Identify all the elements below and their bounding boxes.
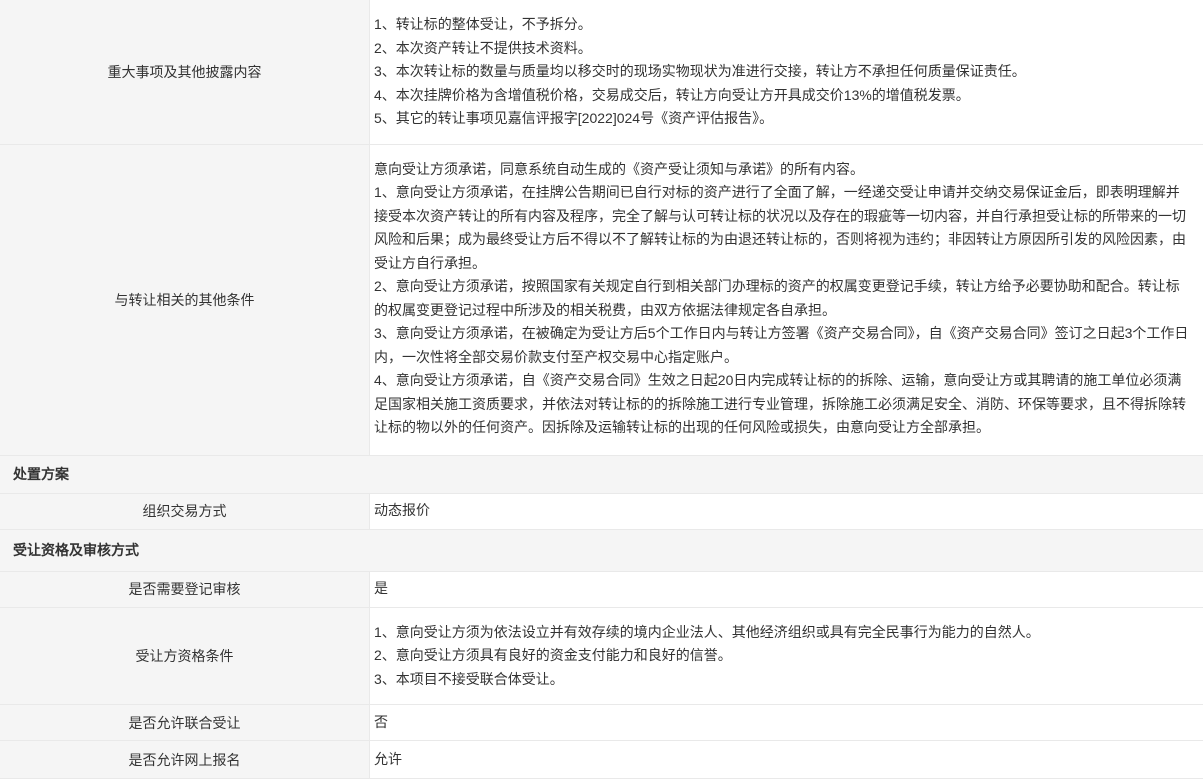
content-paragraph: 3、意向受让方须承诺，在被确定为受让方后5个工作日内与转让方签署《资产交易合同》… [374,322,1193,369]
content-paragraph: 动态报价 [374,499,430,523]
row-label: 受让方资格条件 [0,608,370,705]
content-paragraph: 5、其它的转让事项见嘉信评报字[2022]024号《资产评估报告》。 [374,107,1193,131]
table-row-transaction-method: 组织交易方式 动态报价 [0,493,1203,529]
row-label: 组织交易方式 [0,494,370,529]
content-paragraph: 1、意向受让方须承诺，在挂牌公告期间已自行对标的资产进行了全面了解，一经递交受让… [374,181,1193,275]
row-content: 动态报价 [370,494,1203,529]
content-paragraph: 2、意向受让方须具有良好的资金支付能力和良好的信誉。 [374,644,1193,668]
row-content: 意向受让方须承诺，同意系统自动生成的《资产受让须知与承诺》的所有内容。1、意向受… [370,145,1203,455]
row-label: 与转让相关的其他条件 [0,145,370,455]
row-content: 否 [370,705,1203,740]
content-paragraph: 意向受让方须承诺，同意系统自动生成的《资产受让须知与承诺》的所有内容。 [374,158,1193,182]
content-paragraph: 4、本次挂牌价格为含增值税价格，交易成交后，转让方向受让方开具成交价13%的增值… [374,84,1193,108]
content-paragraph: 2、意向受让方须承诺，按照国家有关规定自行到相关部门办理标的资产的权属变更登记手… [374,275,1193,322]
asset-transfer-disclosure-table: 重大事项及其他披露内容 1、转让标的整体受让，不予拆分。2、本次资产转让不提供技… [0,0,1203,779]
row-content: 1、转让标的整体受让，不予拆分。2、本次资产转让不提供技术资料。3、本次转让标的… [370,0,1203,144]
content-paragraph: 1、转让标的整体受让，不予拆分。 [374,13,1193,37]
row-content: 1、意向受让方须为依法设立并有效存续的境内企业法人、其他经济组织或具有完全民事行… [370,608,1203,705]
section-title: 处置方案 [13,464,69,484]
section-title: 受让资格及审核方式 [13,540,139,560]
content-paragraph: 是 [374,577,388,601]
content-paragraph: 3、本次转让标的数量与质量均以移交时的现场实物现状为准进行交接，转让方不承担任何… [374,60,1193,84]
table-row-major-matters: 重大事项及其他披露内容 1、转让标的整体受让，不予拆分。2、本次资产转让不提供技… [0,0,1203,144]
content-paragraph: 3、本项目不接受联合体受让。 [374,668,1193,692]
row-content: 允许 [370,741,1203,778]
content-paragraph: 2、本次资产转让不提供技术资料。 [374,37,1193,61]
row-content: 是 [370,572,1203,607]
section-header-transferee-qualification: 受让资格及审核方式 [0,529,1203,571]
row-label: 是否允许联合受让 [0,705,370,740]
table-row-registration-review: 是否需要登记审核 是 [0,571,1203,607]
content-paragraph: 4、意向受让方须承诺，自《资产交易合同》生效之日起20日内完成转让标的的拆除、运… [374,369,1193,440]
row-label: 是否允许网上报名 [0,741,370,778]
row-label: 是否需要登记审核 [0,572,370,607]
table-row-qualification-conditions: 受让方资格条件 1、意向受让方须为依法设立并有效存续的境内企业法人、其他经济组织… [0,607,1203,705]
content-paragraph: 允许 [374,748,402,772]
content-paragraph: 1、意向受让方须为依法设立并有效存续的境内企业法人、其他经济组织或具有完全民事行… [374,621,1193,645]
table-row-online-registration-allowed: 是否允许网上报名 允许 [0,740,1203,778]
section-header-disposal-plan: 处置方案 [0,455,1203,493]
table-row-joint-transfer-allowed: 是否允许联合受让 否 [0,704,1203,740]
table-row-other-transfer-conditions: 与转让相关的其他条件 意向受让方须承诺，同意系统自动生成的《资产受让须知与承诺》… [0,144,1203,455]
content-paragraph: 否 [374,711,388,735]
row-label: 重大事项及其他披露内容 [0,0,370,144]
